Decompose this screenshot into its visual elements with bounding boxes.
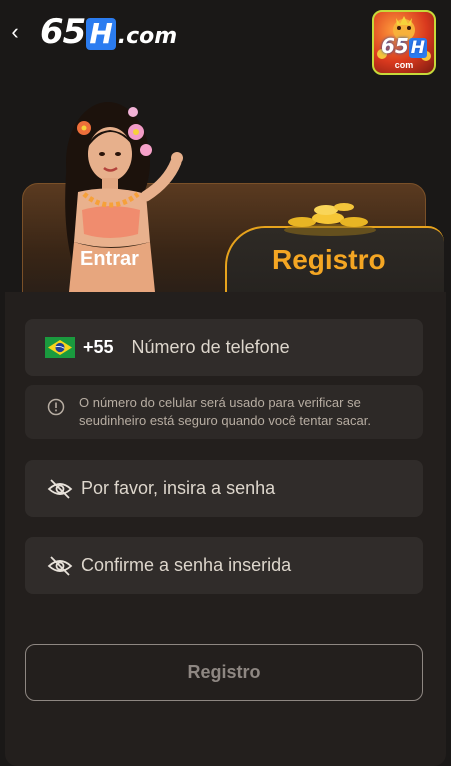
brand-domain: .com [117,24,178,49]
phone-field[interactable]: +55 Número de telefone [25,319,423,376]
phone-input[interactable]: Número de telefone [132,337,290,358]
register-submit-button[interactable]: Registro [25,644,423,701]
password-input[interactable]: Por favor, insira a senha [81,478,275,499]
back-icon[interactable]: ‹ [4,18,26,46]
confirm-password-input[interactable]: Confirme a senha inserida [81,555,291,576]
phone-notice: O número do celular será usado para veri… [25,385,423,439]
eye-off-icon[interactable] [47,555,73,577]
app-icon-label: 65 H [380,34,428,58]
confirm-password-field[interactable]: Confirme a senha inserida [25,537,423,594]
app-icon-domain: com [394,60,414,70]
info-icon [47,398,65,416]
brand-logo: 65 H .com [40,12,177,52]
brand-letter: H [86,18,116,50]
top-bar: ‹ 65 H .com 65 H com [0,0,451,80]
brazil-flag-icon [45,337,75,358]
app-icon: 65 H com [372,10,436,75]
tab-register[interactable]: Registro [272,244,386,276]
tab-login[interactable]: Entrar [80,248,139,271]
brand-number: 65 [40,12,86,52]
eye-off-icon[interactable] [47,478,73,500]
notice-text: O número do celular será usado para veri… [79,395,371,428]
coins-icon [284,203,376,236]
country-code[interactable]: +55 [83,337,114,358]
password-field[interactable]: Por favor, insira a senha [25,460,423,517]
